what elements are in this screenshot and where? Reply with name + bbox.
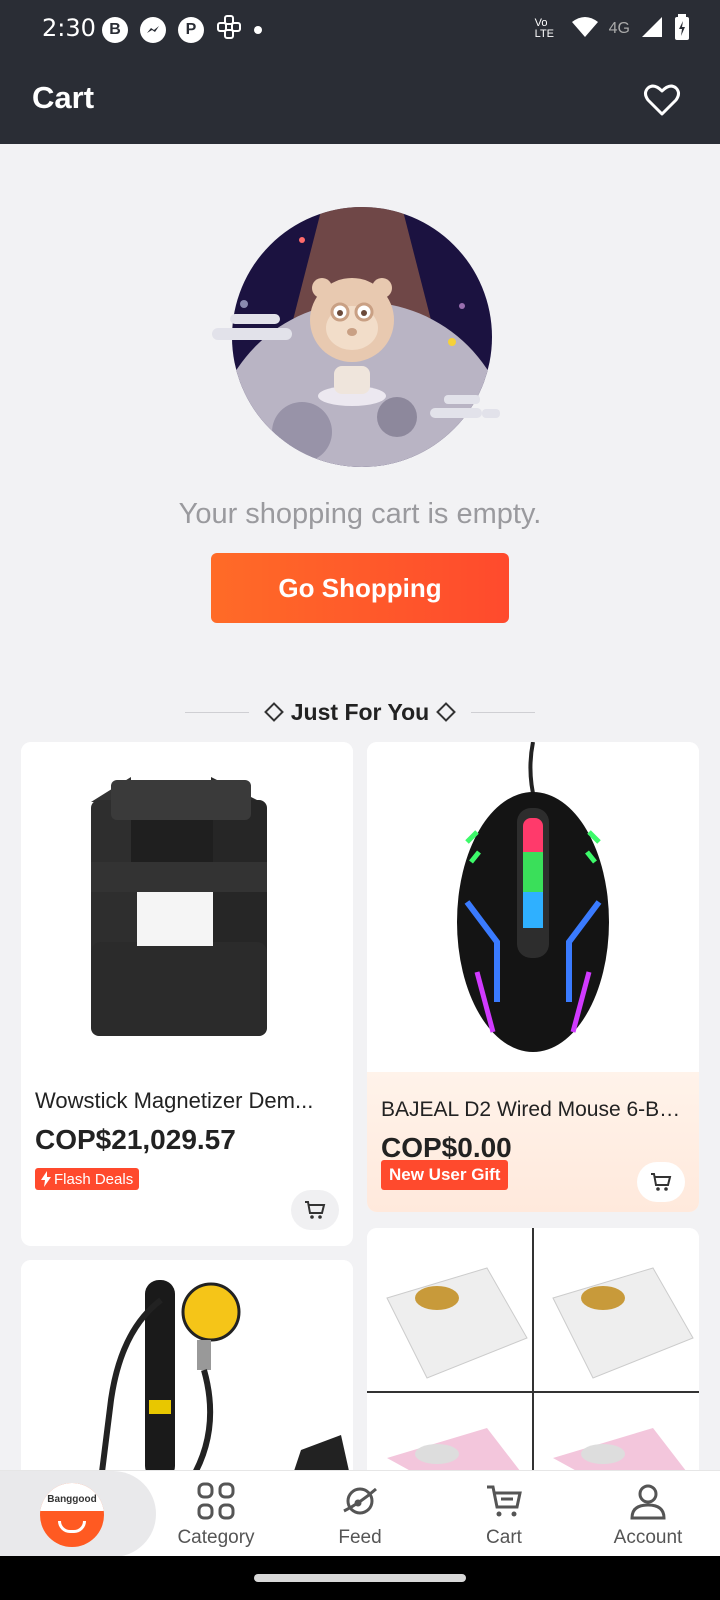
just-for-you-header: Just For You <box>0 696 720 728</box>
b-app-icon: B <box>102 16 128 43</box>
more-notifications-dot <box>254 25 262 34</box>
app-bar: Cart <box>0 56 720 144</box>
banggood-logo: Banggood <box>40 1483 104 1547</box>
messenger-icon <box>140 16 166 43</box>
nav-category[interactable]: Category <box>166 1471 266 1557</box>
bottom-navigation: Banggood Category Feed Cart Account <box>0 1470 720 1557</box>
diamond-icon <box>436 702 457 722</box>
cart-icon <box>305 1201 326 1219</box>
app-icon: P <box>178 16 204 43</box>
account-person-icon <box>630 1484 666 1520</box>
notification-icons: B P <box>102 14 262 45</box>
empty-cart-illustration <box>212 207 500 467</box>
game-controller-icon <box>216 14 242 45</box>
product-name: BAJEAL D2 Wired Mouse 6-Bu... <box>381 1098 687 1121</box>
cart-icon <box>651 1173 672 1191</box>
nav-label: Category <box>177 1527 255 1548</box>
status-time: 2:30 <box>42 14 96 42</box>
cart-icon <box>487 1485 522 1517</box>
product-card[interactable] <box>367 1228 699 1480</box>
nav-cart[interactable]: Cart <box>454 1471 554 1557</box>
product-image <box>367 1228 699 1480</box>
category-grid-icon <box>197 1482 235 1520</box>
battery-icon <box>674 14 690 43</box>
add-to-cart-button[interactable] <box>637 1162 685 1202</box>
divider <box>471 711 536 713</box>
nav-home[interactable]: Banggood <box>0 1471 156 1557</box>
new-user-gift-badge: New User Gift <box>381 1160 509 1190</box>
section-title: Just For You <box>290 698 430 725</box>
nav-account[interactable]: Account <box>598 1471 698 1557</box>
go-shopping-button[interactable]: Go Shopping <box>211 553 509 623</box>
product-image <box>21 742 353 1042</box>
product-card[interactable] <box>21 1260 353 1480</box>
flash-deals-badge: Flash Deals <box>35 1168 140 1190</box>
nav-label: Account <box>613 1527 683 1548</box>
lightning-icon <box>41 1171 51 1187</box>
status-bar: 2:30 B P Vo LTE 4G <box>0 0 720 56</box>
home-gesture-handle[interactable] <box>254 1574 466 1582</box>
product-price: COP$21,029.57 <box>35 1124 236 1155</box>
page-title: Cart <box>32 80 95 115</box>
product-card[interactable]: Wowstick Magnetizer Dem... COP$21,029.57… <box>21 742 353 1246</box>
product-image <box>21 1260 353 1480</box>
wifi-icon <box>571 15 599 42</box>
divider <box>184 711 249 713</box>
signal-icon <box>640 15 664 42</box>
add-to-cart-button[interactable] <box>291 1190 339 1230</box>
badge-label: Flash Deals <box>54 1170 134 1188</box>
empty-cart-message: Your shopping cart is empty. <box>178 498 542 530</box>
network-type: 4G <box>608 19 630 37</box>
nav-label: Feed <box>338 1527 382 1548</box>
system-icons: Vo LTE 4G <box>535 14 690 43</box>
wishlist-heart-icon[interactable] <box>642 80 682 120</box>
product-image <box>367 742 699 1072</box>
diamond-icon <box>263 702 284 722</box>
gesture-navigation-bar <box>0 1556 720 1600</box>
product-card[interactable]: BAJEAL D2 Wired Mouse 6-Bu... COP$0.00 N… <box>367 742 699 1212</box>
nav-feed[interactable]: Feed <box>310 1471 410 1557</box>
nav-label: Cart <box>486 1527 522 1548</box>
planet-icon <box>343 1487 377 1515</box>
volte-icon: Vo LTE <box>534 16 555 40</box>
product-name: Wowstick Magnetizer Dem... <box>35 1088 314 1113</box>
